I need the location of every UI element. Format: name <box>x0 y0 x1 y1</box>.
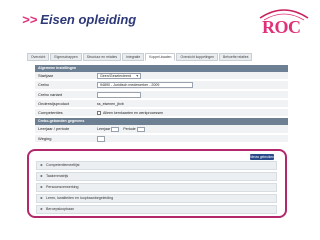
weging-label: Weging <box>38 136 52 141</box>
leerjaar-label: Leerjaar <box>97 127 111 131</box>
leerjaar-periode-controls: Leerjaar Periode <box>97 126 145 132</box>
expand-icon[interactable]: ► <box>40 195 43 202</box>
list-item[interactable]: ► Competentiemeetlijst <box>36 161 277 170</box>
list-item-label: Taakenmatrijs <box>46 174 69 178</box>
competenties-value: Alleen kernkaarten en werkprocessen <box>103 111 164 115</box>
list-item[interactable]: ► Taakenmatrijs <box>36 172 277 181</box>
expand-icon[interactable]: ► <box>40 184 43 191</box>
startjaar-label: Startjaar <box>38 73 54 78</box>
chevron-down-icon: ▼ <box>135 74 139 78</box>
row-startjaar: Startjaar Geen/Geselecteerd ▼ <box>35 72 288 80</box>
row-weging: Weging <box>35 135 288 143</box>
expand-icon[interactable]: ► <box>40 206 43 213</box>
tab-structuur[interactable]: Structuur en relaties <box>82 53 122 61</box>
list-item-label: Persoonsverwerking <box>46 185 79 189</box>
title-text: Eisen opleiding <box>40 12 137 27</box>
leerjaar-select[interactable] <box>111 126 120 132</box>
roc-logo: ROC <box>256 6 312 48</box>
tab-overzicht-koppelingen[interactable]: Overzicht koppelingen <box>176 53 219 61</box>
tab-eigenschappen[interactable]: Eigenschappen <box>50 53 82 61</box>
periode-label: Periode <box>123 127 136 131</box>
tab-koppel[interactable]: Koppel-kwalen <box>145 53 176 61</box>
list-item-label: Leren, kwaliteiten en loopbaanbegeleidin… <box>46 196 114 200</box>
tab-integratie[interactable]: Integratie <box>122 53 145 61</box>
crebo-variant-field[interactable] <box>97 92 141 98</box>
row-crebo: Crebo 94890 - Juridisch medewerker - 200… <box>35 81 288 90</box>
crebo-variant-label: Crebo variant <box>38 92 63 97</box>
add-button[interactable]: Nieuw gebruiken <box>250 154 274 160</box>
competenties-label: Competenties <box>38 110 63 115</box>
list-item-label: Competentiemeetlijst <box>46 163 80 167</box>
assessment-list: ► Competentiemeetlijst ► Taakenmatrijs ►… <box>36 161 277 216</box>
startjaar-select[interactable]: Geen/Geselecteerd ▼ <box>97 73 141 79</box>
logo-text: ROC <box>262 17 301 37</box>
onderwijsproduct-label: Onderwijsproduct <box>38 101 70 106</box>
leerjaar-periode-label: Leerjaar / periode <box>38 126 70 131</box>
list-item[interactable]: ► Leren, kwaliteiten en loopbaanbegeleid… <box>36 194 277 203</box>
crebo-label: Crebo <box>38 82 49 87</box>
title-arrows: >> <box>22 12 38 27</box>
weging-field[interactable] <box>97 136 105 142</box>
section-assessment: Crebo-gebonden gegevens <box>35 118 288 125</box>
tab-overzicht[interactable]: Overzicht <box>27 53 50 61</box>
row-competenties: Competenties Alleen kernkaarten en werkp… <box>35 109 288 117</box>
expand-icon[interactable]: ► <box>40 162 43 169</box>
slide-title: >> Eisen opleiding <box>22 12 136 27</box>
row-leerjaar-periode: Leerjaar / periode Leerjaar Periode <box>35 125 288 134</box>
list-item[interactable]: ► Beroepsloopbaan <box>36 205 277 214</box>
tab-bar: Overzicht Eigenschappen Structuur en rel… <box>27 53 290 61</box>
competenties-checkbox[interactable] <box>97 111 101 116</box>
startjaar-value: Geen/Geselecteerd <box>100 74 132 78</box>
list-item-label: Beroepsloopbaan <box>46 207 75 211</box>
onderwijsproduct-value: ss_eisenen_jbvb <box>97 102 124 106</box>
row-onderwijsproduct: Onderwijsproduct ss_eisenen_jbvb <box>35 100 288 108</box>
competenties-option: Alleen kernkaarten en werkprocessen <box>97 110 163 116</box>
tab-behoefte[interactable]: Behoefte relaties <box>219 53 253 61</box>
section-general: Algemene instellingen <box>35 65 288 72</box>
crebo-field[interactable]: 94890 - Juridisch medewerker - 2009 <box>97 82 193 88</box>
expand-icon[interactable]: ► <box>40 173 43 180</box>
periode-select[interactable] <box>136 126 145 132</box>
list-item[interactable]: ► Persoonsverwerking <box>36 183 277 192</box>
row-crebo-variant: Crebo variant <box>35 91 288 99</box>
